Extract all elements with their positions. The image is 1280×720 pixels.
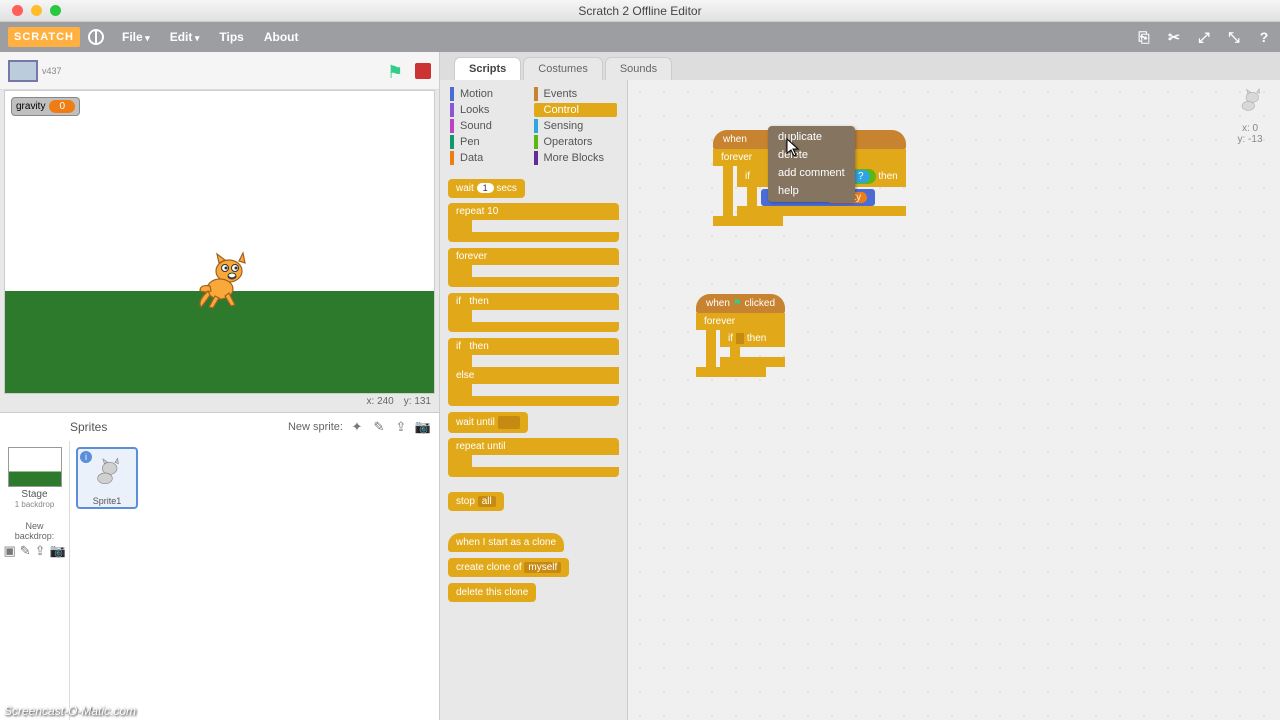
context-menu-add-comment[interactable]: add comment	[768, 164, 855, 182]
variable-monitor-name: gravity	[16, 101, 45, 112]
upload-backdrop-icon[interactable]: ⇪	[35, 543, 46, 559]
block-if-then[interactable]: if then	[448, 293, 619, 332]
new-backdrop-label: New backdrop:	[6, 521, 63, 541]
menu-bar: SCRATCH File Edit Tips About ⎘ ✂ ⤢ ⤡ ?	[0, 22, 1280, 52]
category-control[interactable]: Control	[534, 103, 618, 117]
sprite-info-icon[interactable]: i	[80, 451, 92, 463]
block-delete-clone[interactable]: delete this clone	[448, 583, 536, 602]
paint-sprite-icon[interactable]: ✎	[371, 419, 387, 435]
block-if-2[interactable]: if then	[720, 330, 785, 347]
context-menu-help[interactable]: help	[768, 182, 855, 200]
upload-sprite-icon[interactable]: ⇪	[393, 419, 409, 435]
category-more-blocks[interactable]: More Blocks	[534, 151, 618, 165]
tab-scripts[interactable]: Scripts	[454, 57, 521, 80]
backdrop-count: 1 backdrop	[6, 500, 63, 509]
context-menu-duplicate[interactable]: duplicate	[768, 128, 855, 146]
tool-shrink-icon[interactable]: ⤡	[1226, 29, 1242, 45]
menu-tips[interactable]: Tips	[209, 30, 253, 44]
category-looks[interactable]: Looks	[450, 103, 534, 117]
category-operators[interactable]: Operators	[534, 135, 618, 149]
category-motion[interactable]: Motion	[450, 87, 534, 101]
stage-header: v437 ⚑	[0, 52, 439, 90]
menu-about[interactable]: About	[254, 30, 309, 44]
category-data[interactable]: Data	[450, 151, 534, 165]
sprites-title: Sprites	[70, 420, 107, 434]
block-stop[interactable]: stop all	[448, 492, 504, 511]
window-title: Scratch 2 Offline Editor	[0, 4, 1280, 18]
project-title: v437	[42, 66, 62, 76]
block-if-then-else[interactable]: if thenelse	[448, 338, 619, 406]
window-title-bar: Scratch 2 Offline Editor	[0, 0, 1280, 22]
new-sprite-label: New sprite:	[288, 421, 343, 433]
stage-view-mode-icon[interactable]	[8, 60, 38, 82]
context-menu: duplicate delete add comment help	[768, 126, 855, 202]
stage[interactable]: gravity 0	[4, 90, 435, 394]
tool-grow-icon[interactable]: ⤢	[1196, 29, 1212, 45]
category-pen[interactable]: Pen	[450, 135, 534, 149]
block-wait-until[interactable]: wait until	[448, 412, 528, 433]
stage-caption: Stage	[6, 489, 63, 500]
block-create-clone[interactable]: create clone of myself	[448, 558, 569, 577]
stage-coords: x: 240 y: 131	[0, 394, 439, 412]
scratch-logo[interactable]: SCRATCH	[8, 27, 80, 47]
menu-edit[interactable]: Edit	[160, 30, 210, 44]
stop-button[interactable]	[415, 63, 431, 79]
variable-monitor-gravity[interactable]: gravity 0	[11, 97, 80, 116]
sprite-cat[interactable]	[195, 251, 255, 311]
hat-when-flag-clicked-2[interactable]: when ⚑ clicked	[696, 294, 785, 313]
camera-sprite-icon[interactable]: 📷	[415, 419, 431, 435]
watermark: Screencast-O-Matic.com	[4, 704, 136, 718]
canvas-sprite-info: x: 0 y: -13	[1230, 86, 1270, 145]
scripts-canvas[interactable]: x: 0 y: -13 when forever if or ?	[628, 80, 1280, 720]
paint-backdrop-icon[interactable]: ✎	[20, 543, 31, 559]
choose-backdrop-library-icon[interactable]: ▣	[3, 543, 15, 559]
block-forever-2[interactable]: forever	[696, 313, 785, 330]
tab-costumes[interactable]: Costumes	[523, 57, 603, 80]
block-repeat-until[interactable]: repeat until	[448, 438, 619, 477]
sprite-tile-sprite1[interactable]: i Sprite1	[76, 447, 138, 509]
script-tabs: Scripts Costumes Sounds	[440, 52, 1280, 80]
menu-file[interactable]: File	[112, 30, 160, 44]
language-globe-icon[interactable]	[88, 29, 104, 45]
block-when-start-clone[interactable]: when I start as a clone	[448, 533, 564, 552]
stage-thumbnail[interactable]	[8, 447, 62, 487]
choose-sprite-library-icon[interactable]: ✦	[349, 419, 365, 435]
tool-scissors-icon[interactable]: ✂	[1166, 29, 1182, 45]
sprite-tile-label: Sprite1	[78, 496, 136, 506]
script-stack-2[interactable]: when ⚑ clicked forever if then	[696, 294, 785, 377]
variable-monitor-value: 0	[49, 100, 75, 113]
category-sensing[interactable]: Sensing	[534, 119, 618, 133]
category-events[interactable]: Events	[534, 87, 618, 101]
block-palette: Motion Events Looks Control Sound Sensin…	[440, 80, 628, 720]
tab-sounds[interactable]: Sounds	[605, 57, 672, 80]
block-forever[interactable]: forever	[448, 248, 619, 287]
camera-backdrop-icon[interactable]: 📷	[50, 543, 66, 559]
tool-stamp-icon[interactable]: ⎘	[1136, 29, 1152, 45]
green-flag-button[interactable]: ⚑	[387, 62, 405, 80]
category-sound[interactable]: Sound	[450, 119, 534, 133]
context-menu-delete[interactable]: delete	[768, 146, 855, 164]
block-wait[interactable]: wait 1 secs	[448, 179, 525, 198]
block-repeat[interactable]: repeat 10	[448, 203, 619, 242]
tool-help-icon[interactable]: ?	[1256, 29, 1272, 45]
